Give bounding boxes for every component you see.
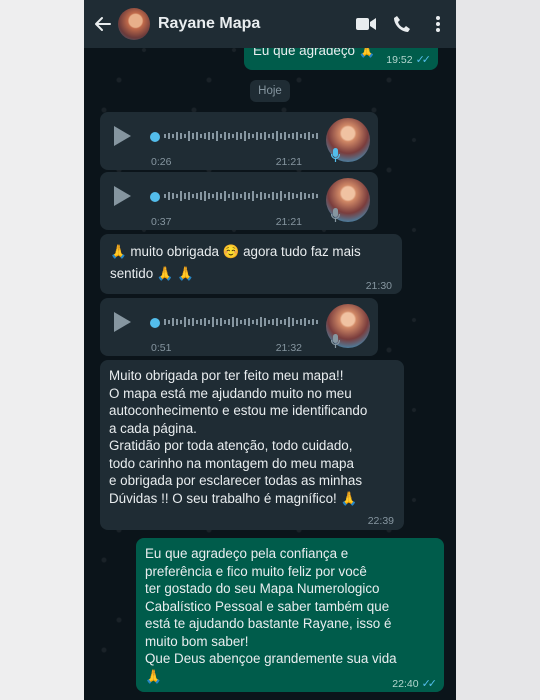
message-list[interactable]: Eu que agradeço 🙏 19:52 ✓✓ Hoje 0:26 21:2… (84, 34, 456, 700)
voice-duration: 0:51 (151, 342, 172, 354)
microphone-icon (331, 208, 340, 222)
message-text: Eu que agradeço pela confiança e preferê… (145, 546, 397, 684)
message-bubble-outgoing[interactable]: Eu que agradeço pela confiança e preferê… (136, 538, 444, 692)
phone-call-icon[interactable] (384, 0, 420, 48)
microphone-icon (331, 148, 340, 162)
left-margin (0, 0, 84, 700)
message-time: 21:30 (365, 280, 392, 292)
message-time: 22:39 (367, 515, 394, 527)
date-chip: Hoje (250, 80, 290, 102)
read-ticks-icon: ✓✓ (421, 678, 438, 690)
contact-avatar[interactable] (118, 8, 150, 40)
play-icon[interactable] (114, 186, 131, 206)
message-text: 🙏 muito obrigada ☺️ agora tudo faz mais … (110, 244, 361, 281)
playback-position-dot[interactable] (150, 132, 160, 142)
microphone-icon (331, 334, 340, 348)
right-margin (456, 0, 540, 700)
playback-position-dot[interactable] (150, 192, 160, 202)
play-icon[interactable] (114, 312, 131, 332)
video-call-icon[interactable] (348, 0, 384, 48)
message-time: 21:32 (275, 342, 302, 354)
voice-message[interactable]: 0:37 21:21 (100, 172, 378, 230)
playback-position-dot[interactable] (150, 318, 160, 328)
voice-message[interactable]: 0:26 21:21 (100, 112, 378, 170)
voice-message[interactable]: 0:51 21:32 (100, 298, 378, 356)
chat-header: Rayane Mapa (84, 0, 456, 48)
message-time: 21:21 (275, 156, 302, 168)
message-time: 21:21 (275, 216, 302, 228)
audio-waveform[interactable] (152, 126, 330, 146)
contact-name[interactable]: Rayane Mapa (158, 15, 348, 33)
back-arrow-icon[interactable] (90, 15, 116, 33)
chat-screen: Rayane Mapa Eu que agradeço 🙏 19:52 ✓✓ Ho… (84, 0, 456, 700)
audio-waveform[interactable] (152, 186, 330, 206)
voice-duration: 0:26 (151, 156, 172, 168)
message-bubble-incoming[interactable]: Muito obrigada por ter feito meu mapa!! … (100, 360, 404, 530)
message-time: 22:40 ✓✓ (392, 678, 438, 690)
read-ticks-icon: ✓✓ (415, 54, 432, 66)
more-options-icon[interactable] (420, 0, 456, 48)
message-bubble-incoming[interactable]: 🙏 muito obrigada ☺️ agora tudo faz mais … (100, 234, 402, 294)
message-text: Muito obrigada por ter feito meu mapa!! … (109, 368, 368, 506)
message-time: 19:52 ✓✓ (386, 54, 432, 66)
play-icon[interactable] (114, 126, 131, 146)
audio-waveform[interactable] (152, 312, 330, 332)
voice-duration: 0:37 (151, 216, 172, 228)
